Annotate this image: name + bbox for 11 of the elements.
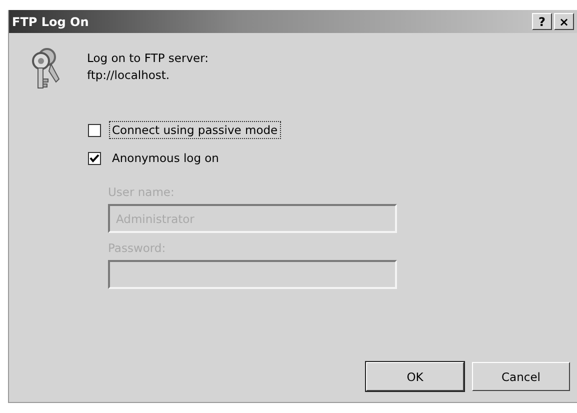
checkbox-label[interactable]: Connect using passive mode [109, 121, 281, 139]
checkbox[interactable] [88, 124, 101, 136]
checkbox-label[interactable]: Anonymous log on [109, 149, 222, 167]
cancel-button[interactable]: Cancel [472, 362, 570, 391]
window-title: FTP Log On [12, 14, 90, 28]
checkbox[interactable] [88, 152, 101, 164]
ok-button[interactable]: OK [366, 362, 464, 391]
server-address: ftp://localhost. [87, 68, 171, 82]
close-button[interactable]: × [554, 13, 574, 30]
message-text: Log on to FTP server: [87, 51, 208, 65]
help-button[interactable]: ? [532, 13, 552, 30]
